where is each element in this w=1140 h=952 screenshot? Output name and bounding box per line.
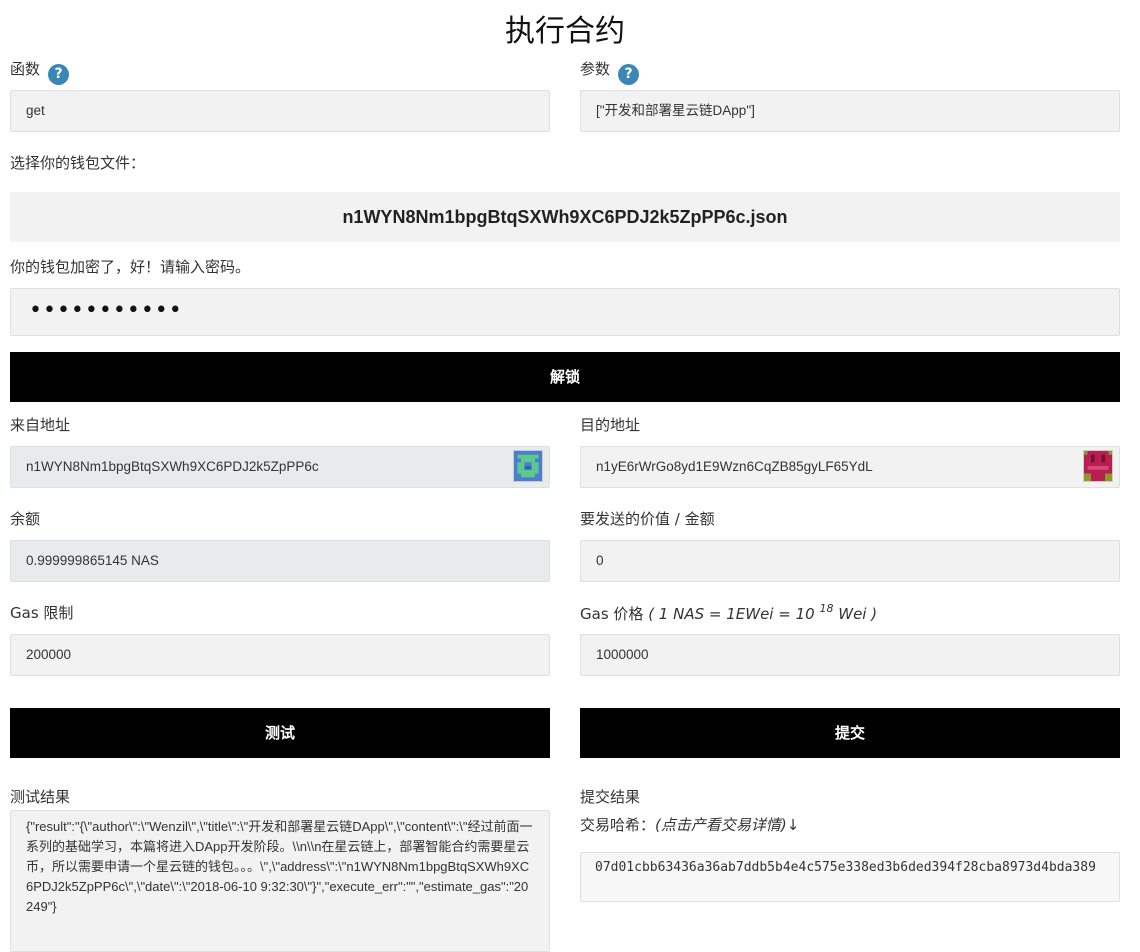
- from-address-field: n1WYN8Nm1bpgBtqSXWh9XC6PDJ2k5ZpPP6c: [10, 446, 550, 488]
- gas-price-label-row: Gas 价格 ( 1 NAS = 1EWei = 10 18 Wei ): [580, 602, 877, 624]
- to-identicon-graphic: [1084, 451, 1112, 481]
- gas-limit-input[interactable]: 200000: [10, 634, 550, 676]
- balance-label: 余额: [10, 510, 41, 528]
- gas-price-input[interactable]: 1000000: [580, 634, 1120, 676]
- tx-hash-row: 交易哈希：(点击产看交易详情)↓: [580, 814, 799, 835]
- params-label-row: 参数?: [580, 58, 640, 85]
- from-address-identicon: [513, 450, 543, 482]
- tx-hash-link[interactable]: (点击产看交易详情)↓: [655, 816, 799, 834]
- function-label-row: 函数?: [10, 58, 70, 85]
- gas-limit-label: Gas 限制: [10, 604, 74, 622]
- gas-price-label: Gas 价格: [580, 605, 644, 623]
- page-title: 执行合约: [505, 14, 625, 49]
- tx-hash-value: 07d01cbb63436a36ab7ddb5b4e4c575e338ed3b6…: [580, 852, 1120, 902]
- to-address-label: 目的地址: [580, 416, 641, 434]
- wallet-file-name[interactable]: n1WYN8Nm1bpgBtqSXWh9XC6PDJ2k5ZpPP6c.json: [10, 192, 1120, 242]
- value-amount-label: 要发送的价值 / 金额: [580, 510, 715, 528]
- params-input[interactable]: ["开发和部署星云链DApp"]: [580, 90, 1120, 132]
- gas-price-note-pre: ( 1 NAS = 1EWei = 10: [648, 605, 815, 623]
- submit-button[interactable]: 提交: [580, 708, 1120, 758]
- params-help-icon[interactable]: ?: [618, 64, 640, 85]
- value-amount-input[interactable]: 0: [580, 540, 1120, 582]
- gas-price-note-exp: 18: [819, 602, 834, 615]
- to-address-identicon: [1083, 450, 1113, 482]
- function-help-icon[interactable]: ?: [48, 64, 70, 85]
- tx-hash-label: 交易哈希：: [580, 816, 656, 834]
- test-result-output: {"result":"{\"author\":\"Wenzil\",\"titl…: [10, 810, 550, 952]
- submit-result-label: 提交结果: [580, 788, 641, 806]
- params-label: 参数: [580, 60, 611, 78]
- function-input[interactable]: get: [10, 90, 550, 132]
- function-label: 函数: [10, 60, 41, 78]
- password-label: 你的钱包加密了，好！请输入密码。: [10, 258, 251, 276]
- password-input[interactable]: •••••••••••: [10, 288, 1120, 336]
- unlock-button[interactable]: 解锁: [10, 352, 1120, 402]
- test-button[interactable]: 测试: [10, 708, 550, 758]
- to-address-input[interactable]: n1yE6rWrGo8yd1E9Wzn6CqZB85gyLF65YdL: [580, 446, 1120, 488]
- gas-price-note-post: Wei ): [838, 605, 878, 623]
- wallet-file-label: 选择你的钱包文件：: [10, 154, 146, 172]
- balance-field: 0.999999865145 NAS: [10, 540, 550, 582]
- from-identicon-graphic: [514, 451, 542, 481]
- test-result-label: 测试结果: [10, 788, 71, 806]
- from-address-label: 来自地址: [10, 416, 71, 434]
